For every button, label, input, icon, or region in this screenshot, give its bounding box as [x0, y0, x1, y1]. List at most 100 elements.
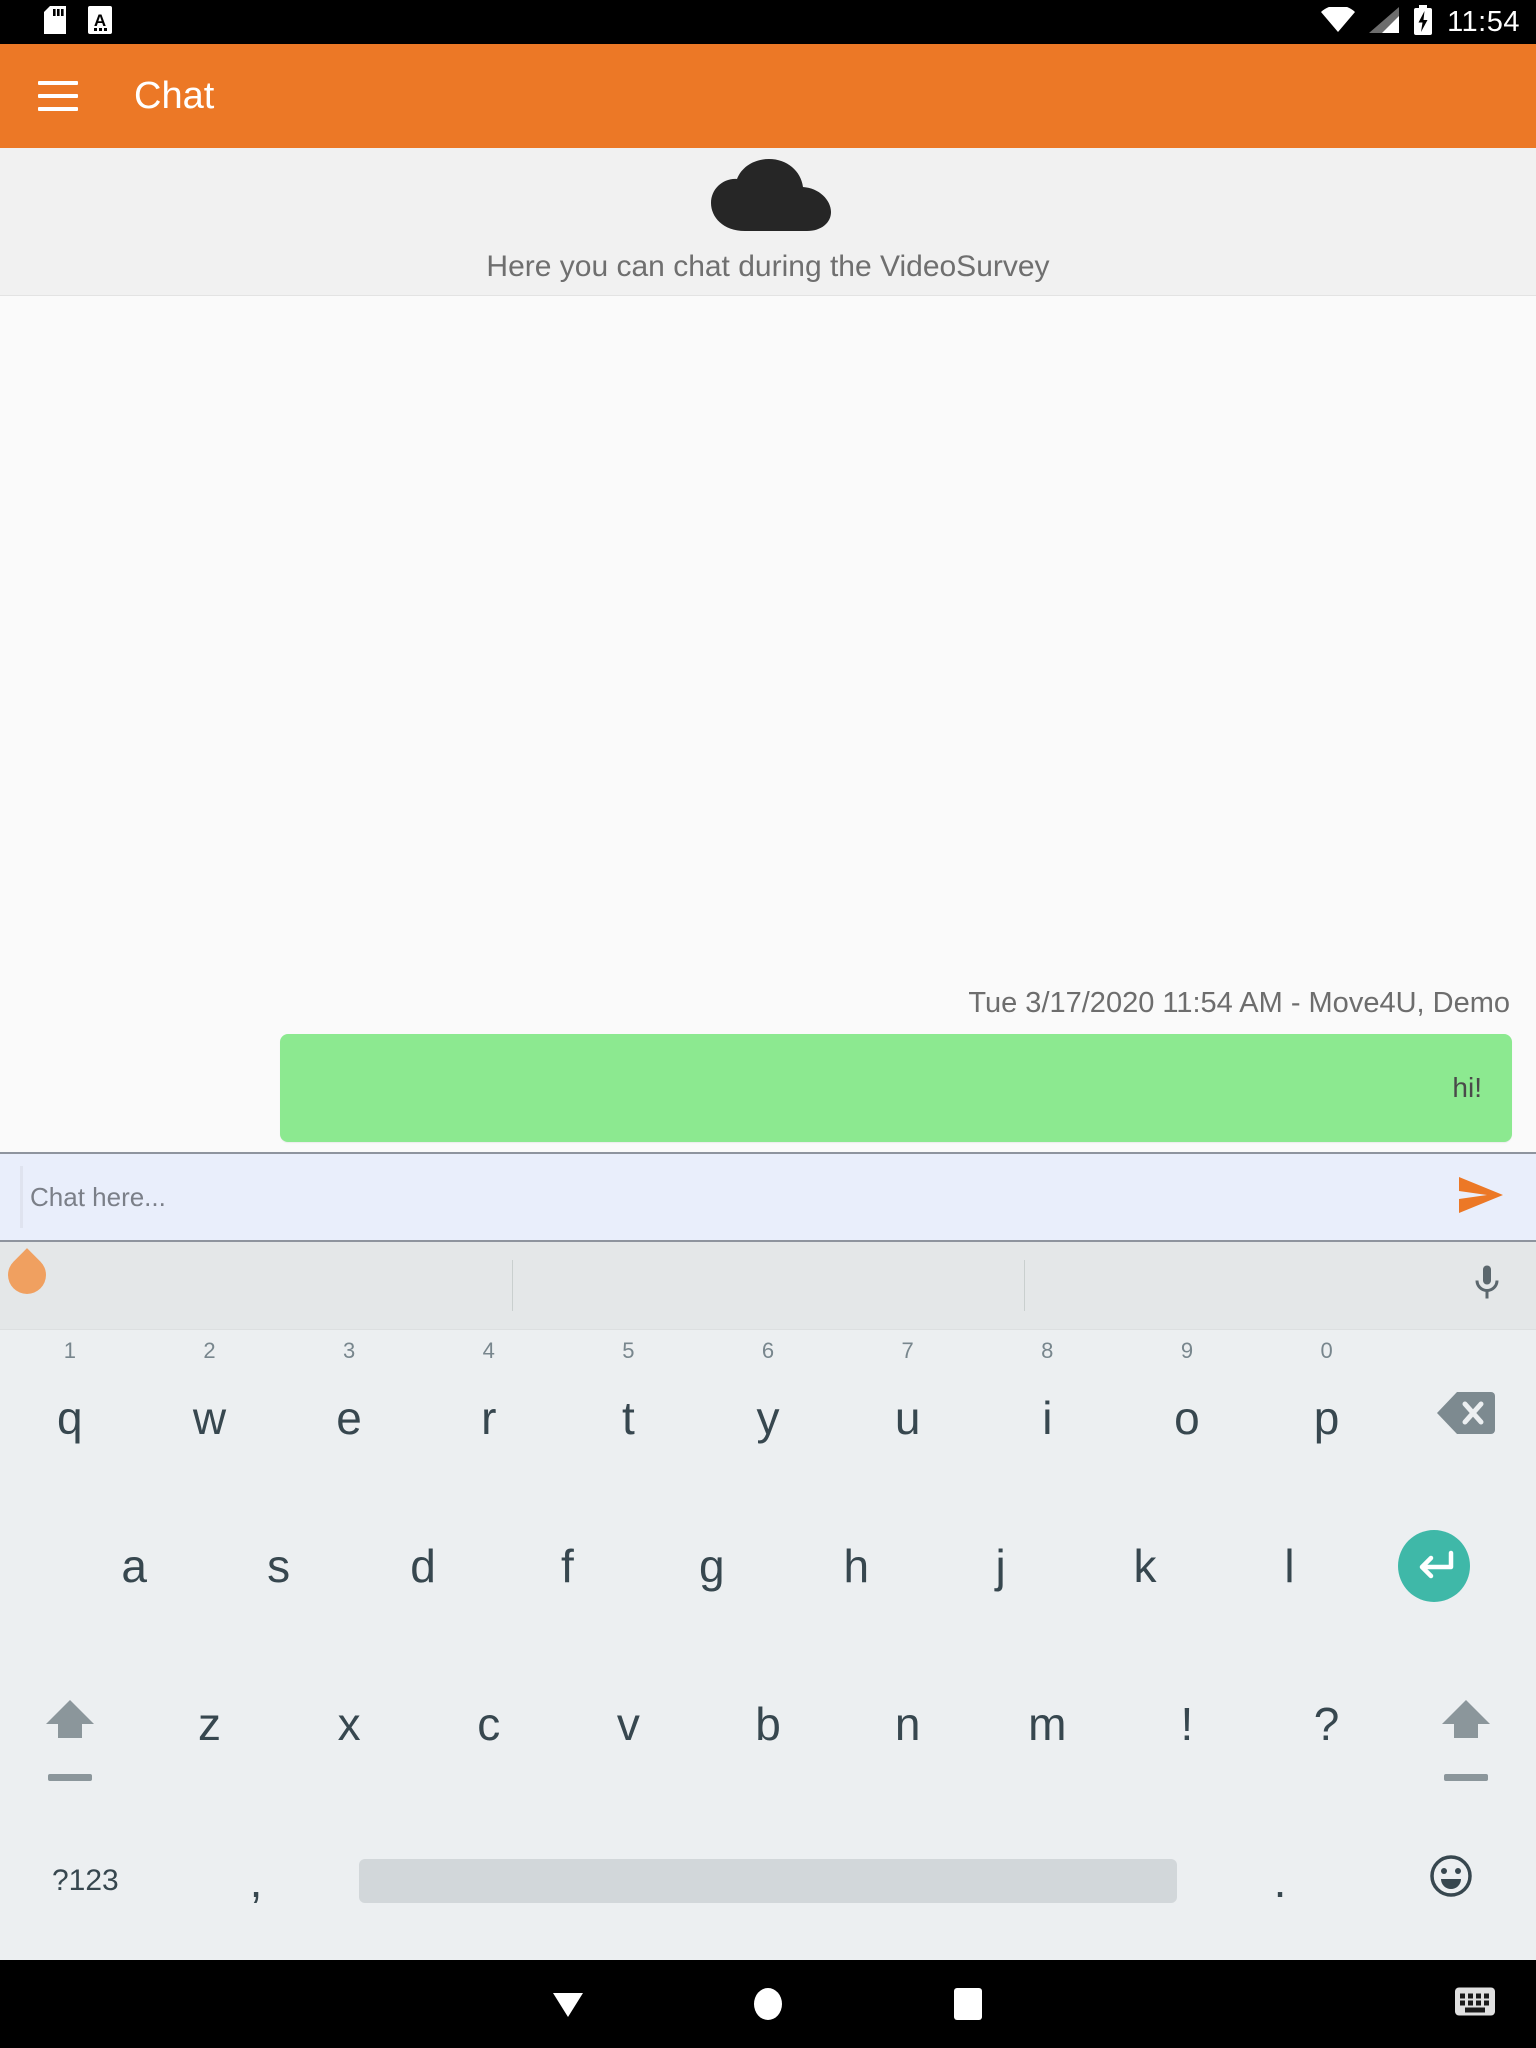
cloud-icon: [705, 159, 831, 236]
key-f[interactable]: f: [495, 1488, 639, 1646]
key-v[interactable]: v: [559, 1645, 699, 1803]
key-hint: 0: [1320, 1338, 1333, 1363]
soft-keyboard: 1q 2w 3e 4r 5t 6y 7u 8i 9o 0p a s d f g …: [0, 1330, 1536, 1960]
key-o[interactable]: 9o: [1117, 1330, 1257, 1488]
microphone-icon[interactable]: [1472, 1263, 1502, 1308]
battery-charging-icon: [1413, 4, 1433, 40]
space-bar-surface: [359, 1859, 1177, 1904]
hamburger-menu-icon[interactable]: [38, 81, 78, 111]
shift-key-right[interactable]: [1396, 1645, 1536, 1803]
key-s[interactable]: s: [206, 1488, 350, 1646]
key-w[interactable]: 2w: [140, 1330, 280, 1488]
key-label: t: [621, 1391, 635, 1444]
key-hint: 9: [1180, 1338, 1194, 1363]
shift-key[interactable]: [0, 1645, 140, 1803]
key-u[interactable]: 7u: [838, 1330, 978, 1488]
suggestion-item[interactable]: [0, 1242, 512, 1329]
key-k[interactable]: k: [1073, 1488, 1217, 1646]
text-caret: [20, 1165, 23, 1228]
key-r[interactable]: 4r: [419, 1330, 559, 1488]
status-bar-clock: 11:54: [1447, 5, 1520, 38]
key-label: r: [481, 1391, 497, 1444]
key-p[interactable]: 0p: [1257, 1330, 1397, 1488]
shift-up-icon: [43, 1696, 97, 1751]
send-button[interactable]: [1426, 1152, 1536, 1242]
recents-square-icon[interactable]: [868, 1987, 1068, 2021]
key-hint: 3: [342, 1338, 356, 1363]
svg-text:A: A: [94, 11, 106, 30]
key-e[interactable]: 3e: [279, 1330, 419, 1488]
message-meta: Tue 3/17/2020 11:54 AM - Move4U, Demo: [968, 987, 1510, 1019]
keyboard-suggestion-bar: [0, 1242, 1536, 1330]
enter-key[interactable]: [1362, 1488, 1506, 1646]
key-t[interactable]: 5t: [559, 1330, 699, 1488]
key-n[interactable]: n: [838, 1645, 978, 1803]
key-label: w: [192, 1391, 227, 1444]
key-m[interactable]: m: [977, 1645, 1117, 1803]
key-j[interactable]: j: [928, 1488, 1072, 1646]
hide-keyboard-down-icon[interactable]: [468, 1989, 668, 2019]
key-hint: 2: [203, 1338, 216, 1363]
key-a[interactable]: a: [62, 1488, 206, 1646]
key-z[interactable]: z: [140, 1645, 280, 1803]
banner-text: Here you can chat during the VideoSurvey: [486, 250, 1050, 283]
suggestion-item[interactable]: [1024, 1242, 1536, 1329]
key-exclamation[interactable]: !: [1117, 1645, 1257, 1803]
send-arrow-icon: [1457, 1175, 1505, 1220]
page-title: Chat: [134, 74, 215, 117]
keyboard-row-1: 1q 2w 3e 4r 5t 6y 7u 8i 9o 0p: [0, 1330, 1536, 1488]
key-hint: 4: [482, 1338, 495, 1363]
chat-message: Tue 3/17/2020 11:54 AM - Move4U, Demo hi…: [0, 987, 1536, 1142]
key-label: p: [1313, 1391, 1340, 1444]
message-composer: Chat here...: [0, 1152, 1536, 1302]
key-label: q: [57, 1391, 83, 1444]
keyboard-row-2: a s d f g h j k l: [0, 1488, 1536, 1646]
key-l[interactable]: l: [1217, 1488, 1361, 1646]
key-hint: 1: [63, 1338, 76, 1363]
chat-message-list[interactable]: Tue 3/17/2020 11:54 AM - Move4U, Demo hi…: [0, 296, 1536, 1152]
key-period[interactable]: .: [1195, 1803, 1366, 1961]
key-label: u: [894, 1391, 921, 1444]
key-q[interactable]: 1q: [0, 1330, 140, 1488]
emoji-smiley-icon: [1429, 1854, 1473, 1909]
status-bar: A 11:54: [0, 0, 1536, 44]
chat-input[interactable]: Chat here...: [0, 1165, 1426, 1302]
chat-input-placeholder: Chat here...: [30, 1181, 166, 1212]
key-h[interactable]: h: [784, 1488, 928, 1646]
cellular-signal-icon: [1369, 6, 1400, 38]
emoji-key[interactable]: [1365, 1803, 1536, 1961]
app-bar: Chat: [0, 44, 1536, 148]
message-text: hi!: [1452, 1072, 1482, 1103]
chat-info-banner: Here you can chat during the VideoSurvey: [0, 148, 1536, 296]
key-i[interactable]: 8i: [977, 1330, 1117, 1488]
input-method-a-icon: A: [88, 5, 112, 39]
key-label: y: [756, 1391, 780, 1444]
shift-up-icon: [1439, 1696, 1493, 1751]
keyboard-row-3: z x c v b n m ! ?: [0, 1645, 1536, 1803]
key-question[interactable]: ?: [1257, 1645, 1397, 1803]
key-label: o: [1174, 1391, 1200, 1444]
backspace-key[interactable]: [1396, 1330, 1536, 1488]
key-c[interactable]: c: [419, 1645, 559, 1803]
key-g[interactable]: g: [640, 1488, 784, 1646]
key-hint: 5: [622, 1338, 635, 1363]
status-bar-left-icons: A: [44, 5, 112, 39]
wifi-icon: [1321, 4, 1356, 38]
space-key[interactable]: [341, 1803, 1194, 1961]
key-b[interactable]: b: [698, 1645, 838, 1803]
android-screen: A 11:54 Chat Here you can chat during th…: [0, 0, 1536, 2048]
message-bubble[interactable]: hi!: [280, 1034, 1512, 1142]
key-comma[interactable]: ,: [171, 1803, 342, 1961]
key-hint: 7: [901, 1338, 914, 1363]
home-circle-icon[interactable]: [668, 1986, 868, 2022]
key-d[interactable]: d: [351, 1488, 495, 1646]
key-y[interactable]: 6y: [698, 1330, 838, 1488]
suggestion-item[interactable]: [512, 1242, 1024, 1329]
backspace-icon: [1437, 1391, 1496, 1445]
shift-indicator: [1444, 1773, 1489, 1781]
symbols-key[interactable]: ?123: [0, 1803, 171, 1961]
key-label: e: [336, 1391, 362, 1444]
key-x[interactable]: x: [279, 1645, 419, 1803]
sd-card-icon: [44, 5, 66, 39]
keyboard-switch-icon[interactable]: [1454, 1987, 1496, 2022]
